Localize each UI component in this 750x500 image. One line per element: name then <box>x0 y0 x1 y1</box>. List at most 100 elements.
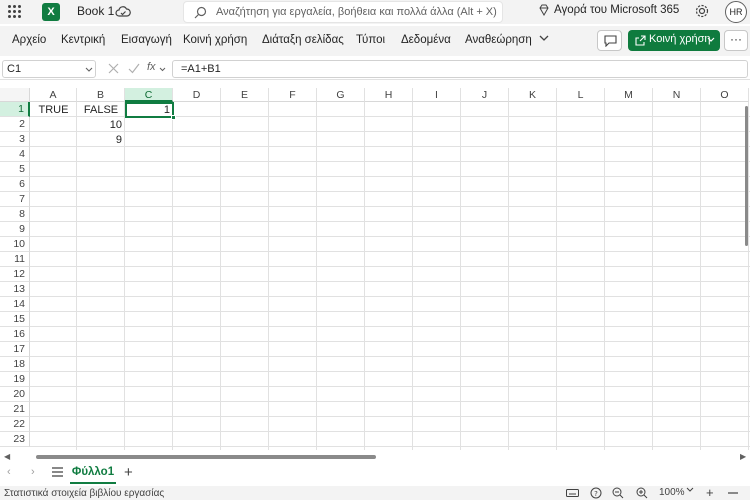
share-button[interactable]: Κοινή χρήση <box>628 30 720 51</box>
zoom-level[interactable]: 100% <box>659 487 685 498</box>
row-header-10[interactable]: 10 <box>0 237 30 252</box>
keyboard-icon[interactable] <box>566 487 579 498</box>
column-header-i[interactable]: I <box>413 88 461 102</box>
more-options-button[interactable]: ··· <box>724 30 748 51</box>
name-box[interactable]: C1 <box>2 60 96 78</box>
formula-input[interactable]: =A1+B1 <box>172 60 748 78</box>
column-header-n[interactable]: N <box>653 88 701 102</box>
book-title[interactable]: Book 1 <box>77 4 114 18</box>
row-header-12[interactable]: 12 <box>0 267 30 282</box>
row-header-11[interactable]: 11 <box>0 252 30 267</box>
row-header-22[interactable]: 22 <box>0 417 30 432</box>
column-header-c[interactable]: C <box>125 88 173 102</box>
column-header-f[interactable]: F <box>269 88 317 102</box>
row-gridline <box>30 431 750 432</box>
scroll-left-icon[interactable]: ◀ <box>4 452 10 461</box>
scroll-right-icon[interactable]: ▶ <box>740 452 746 461</box>
cell-a1[interactable]: TRUE <box>30 103 77 118</box>
all-sheets-menu-icon[interactable] <box>52 467 63 477</box>
column-gridline <box>412 102 413 450</box>
row-header-6[interactable]: 6 <box>0 177 30 192</box>
tab-share[interactable]: Κοινή χρήση <box>183 34 247 46</box>
tab-formulas[interactable]: Τύποι <box>356 34 385 46</box>
tab-review[interactable]: Αναθεώρηση <box>465 34 532 46</box>
app-launcher-icon[interactable] <box>8 5 21 18</box>
cloud-saved-icon[interactable] <box>115 5 131 19</box>
column-header-a[interactable]: A <box>30 88 77 102</box>
sheet-tab-active[interactable]: Φύλλο1 <box>70 462 116 484</box>
gear-icon[interactable] <box>694 3 710 19</box>
status-bar: Στατιστικά στοιχεία βιβλίου εργασίας ? 1… <box>0 485 750 500</box>
cell-b3[interactable]: 9 <box>77 133 125 148</box>
column-gridline <box>700 102 701 450</box>
column-header-b[interactable]: B <box>77 88 125 102</box>
buy-m365-link[interactable]: Αγορά του Microsoft 365 <box>538 4 679 16</box>
column-header-m[interactable]: M <box>605 88 653 102</box>
tab-file[interactable]: Αρχείο <box>12 34 46 46</box>
add-sheet-button[interactable]: + <box>124 464 133 481</box>
zoom-out-icon[interactable] <box>612 487 624 499</box>
row-header-20[interactable]: 20 <box>0 387 30 402</box>
tab-page-layout[interactable]: Διάταξη σελίδας <box>262 34 344 46</box>
row-header-8[interactable]: 8 <box>0 207 30 222</box>
horizontal-scrollbar[interactable]: ◀ ▶ <box>0 452 750 462</box>
cancel-icon[interactable] <box>108 63 119 74</box>
avatar[interactable]: HR <box>725 1 747 23</box>
row-header-14[interactable]: 14 <box>0 297 30 312</box>
zoom-plus-button[interactable]: + <box>706 485 714 500</box>
row-header-1[interactable]: 1 <box>0 102 30 117</box>
chevron-down-icon[interactable] <box>159 67 166 72</box>
enter-check-icon[interactable] <box>128 63 140 74</box>
search-box[interactable]: Αναζήτηση για εργαλεία, βοήθεια και πολλ… <box>183 1 503 23</box>
row-header-9[interactable]: 9 <box>0 222 30 237</box>
column-header-o[interactable]: O <box>701 88 749 102</box>
row-header-21[interactable]: 21 <box>0 402 30 417</box>
row-header-17[interactable]: 17 <box>0 342 30 357</box>
column-header-l[interactable]: L <box>557 88 605 102</box>
select-all-corner[interactable] <box>0 88 30 102</box>
column-gridline <box>172 102 173 450</box>
column-header-h[interactable]: H <box>365 88 413 102</box>
column-header-k[interactable]: K <box>509 88 557 102</box>
vertical-scroll-thumb[interactable] <box>745 106 748 246</box>
row-header-4[interactable]: 4 <box>0 147 30 162</box>
row-header-16[interactable]: 16 <box>0 327 30 342</box>
insert-function-button[interactable]: fx <box>147 61 156 73</box>
row-header-2[interactable]: 2 <box>0 117 30 132</box>
row-header-19[interactable]: 19 <box>0 372 30 387</box>
minimize-panel-icon[interactable] <box>727 489 739 497</box>
row-header-15[interactable]: 15 <box>0 312 30 327</box>
help-icon[interactable]: ? <box>590 487 602 499</box>
row-gridline <box>30 176 750 177</box>
column-header-e[interactable]: E <box>221 88 269 102</box>
column-header-g[interactable]: G <box>317 88 365 102</box>
spreadsheet-grid[interactable]: ABCDEFGHIJKLMNO 1 2 3 4 5 6 7 8 9 10 11 12 13 14 15 16 1… <box>0 88 750 450</box>
column-gridline <box>508 102 509 450</box>
row-header-7[interactable]: 7 <box>0 192 30 207</box>
prev-sheet-icon[interactable]: ‹ <box>7 466 11 478</box>
row-header-13[interactable]: 13 <box>0 282 30 297</box>
column-header-j[interactable]: J <box>461 88 509 102</box>
row-header-18[interactable]: 18 <box>0 357 30 372</box>
workbook-statistics[interactable]: Στατιστικά στοιχεία βιβλίου εργασίας <box>4 488 164 499</box>
zoom-in-icon[interactable] <box>636 487 648 499</box>
vertical-scrollbar[interactable] <box>742 102 750 450</box>
active-cell-cursor[interactable] <box>125 102 176 120</box>
column-header-d[interactable]: D <box>173 88 221 102</box>
chevron-down-icon[interactable] <box>539 35 549 42</box>
row-header-3[interactable]: 3 <box>0 132 30 147</box>
fill-handle[interactable] <box>171 115 176 120</box>
row-gridline <box>30 446 750 447</box>
horizontal-scroll-thumb[interactable] <box>36 455 376 459</box>
tab-home[interactable]: Κεντρική <box>61 34 105 46</box>
tab-insert[interactable]: Εισαγωγή <box>121 34 172 46</box>
row-header-23[interactable]: 23 <box>0 432 30 447</box>
tab-data[interactable]: Δεδομένα <box>401 34 451 46</box>
cell-b2[interactable]: 10 <box>77 118 125 133</box>
comments-button[interactable] <box>597 30 622 51</box>
chevron-down-icon[interactable] <box>686 487 694 493</box>
cell-b1[interactable]: FALSE <box>77 103 125 118</box>
svg-text:?: ? <box>594 490 598 498</box>
next-sheet-icon[interactable]: › <box>31 466 35 478</box>
row-header-5[interactable]: 5 <box>0 162 30 177</box>
